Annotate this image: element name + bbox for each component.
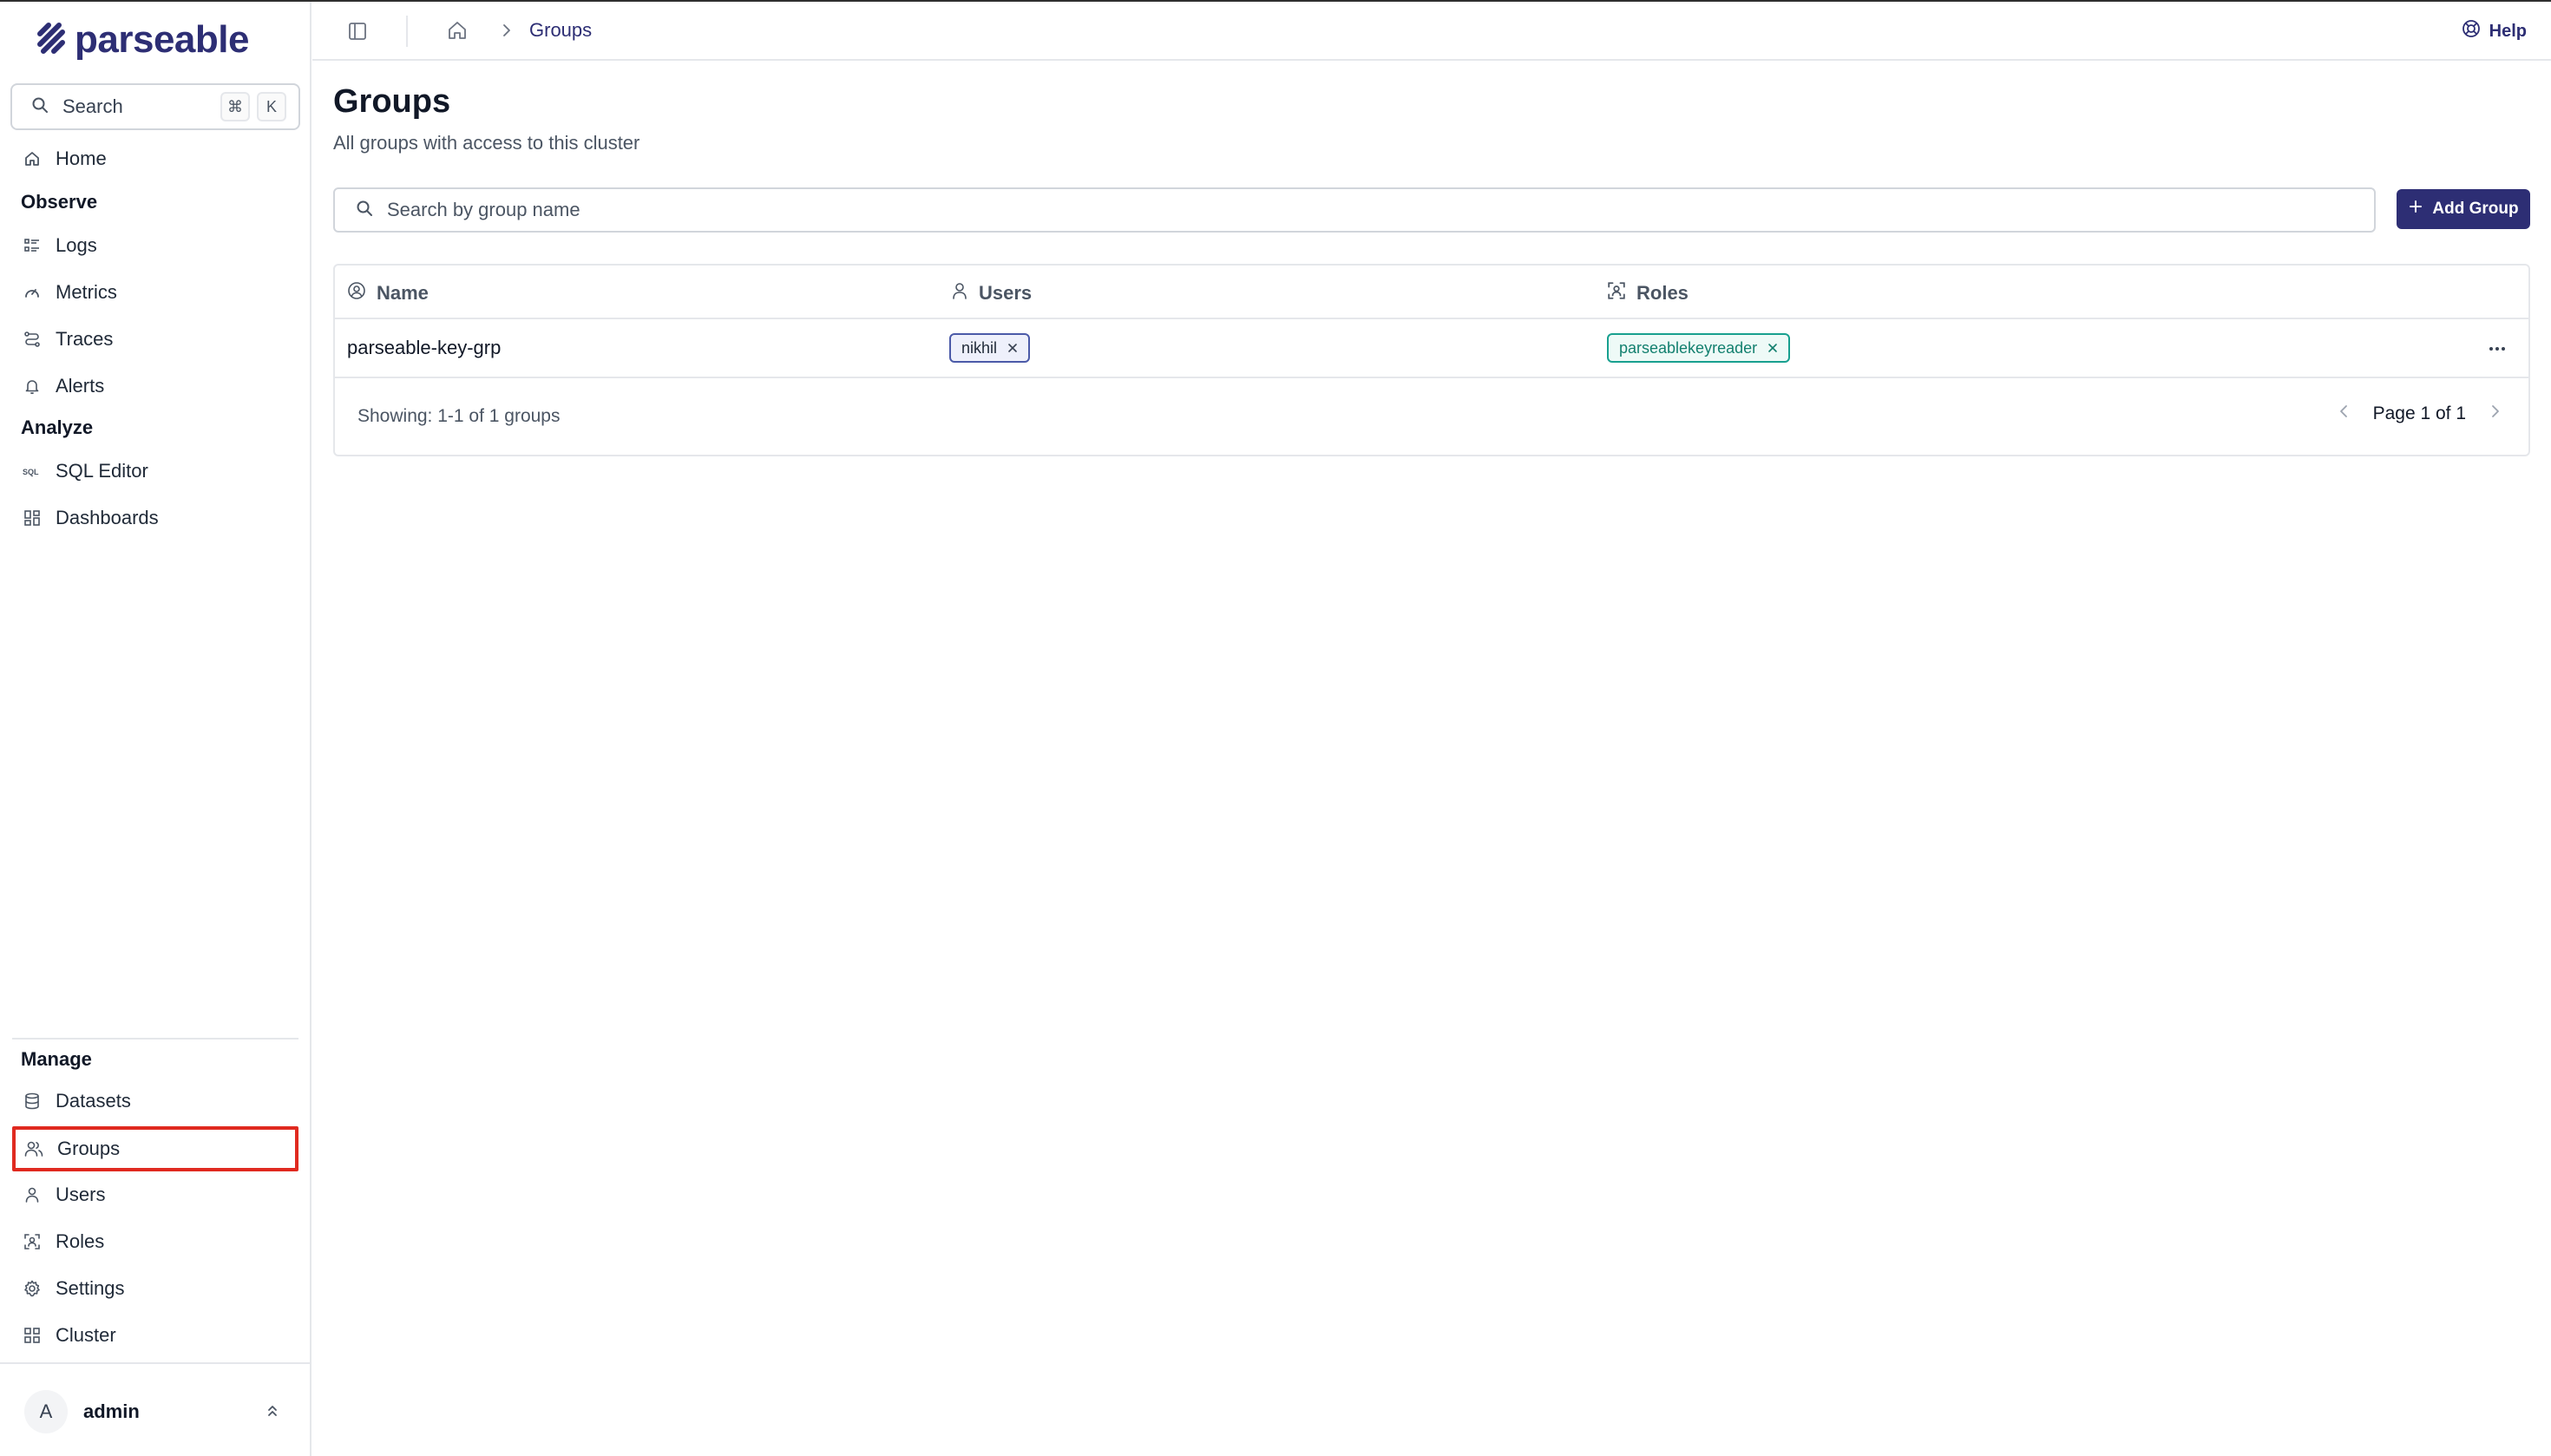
- user-name: admin: [83, 1400, 140, 1422]
- sidebar-item-metrics[interactable]: Metrics: [14, 272, 297, 312]
- remove-user-icon[interactable]: [1007, 339, 1018, 357]
- sidebar: parseable Search ⌘ K Home Observe Logs M…: [0, 2, 311, 1456]
- user-chip-label: nikhil: [961, 338, 998, 357]
- help-label: Help: [2489, 21, 2527, 41]
- more-actions-icon[interactable]: [2487, 338, 2508, 364]
- gear-icon: [23, 1279, 42, 1298]
- sidebar-item-label: Roles: [56, 1230, 105, 1252]
- cluster-icon: [23, 1326, 42, 1345]
- showing-count: Showing: 1-1 of 1 groups: [357, 406, 561, 426]
- logo-text: parseable: [75, 18, 249, 61]
- metrics-icon: [23, 283, 42, 302]
- sidebar-item-label: Settings: [56, 1277, 125, 1299]
- sidebar-item-label: Home: [56, 148, 107, 169]
- column-label: Roles: [1636, 282, 1689, 304]
- column-header-users[interactable]: Users: [951, 281, 1032, 305]
- column-label: Name: [377, 282, 429, 304]
- user-menu[interactable]: A admin: [0, 1362, 310, 1456]
- sidebar-item-label: Traces: [56, 328, 114, 350]
- roles-icon: [23, 1232, 42, 1251]
- sidebar-item-groups[interactable]: Groups: [12, 1126, 298, 1171]
- column-label: Users: [979, 282, 1033, 304]
- column-header-name[interactable]: Name: [347, 281, 429, 305]
- sidebar-item-roles[interactable]: Roles: [14, 1222, 297, 1262]
- sidebar-item-home[interactable]: Home: [14, 139, 297, 179]
- chevrons-up-icon[interactable]: [264, 1402, 281, 1424]
- user-icon: [951, 281, 968, 305]
- traces-icon: [23, 330, 42, 349]
- parseable-logo-icon: [35, 22, 68, 59]
- sidebar-item-logs[interactable]: Logs: [14, 226, 297, 266]
- sidebar-item-dashboards[interactable]: Dashboards: [14, 498, 297, 538]
- sidebar-divider: [12, 1038, 298, 1040]
- pagination: Page 1 of 1: [2337, 403, 2502, 424]
- sidebar-item-cluster[interactable]: Cluster: [14, 1315, 297, 1355]
- role-chip: parseablekeyreader: [1607, 333, 1791, 363]
- sidebar-item-sql-editor[interactable]: SQL SQL Editor: [14, 451, 297, 491]
- sql-icon: SQL: [23, 462, 42, 481]
- sidebar-item-label: Dashboards: [56, 507, 159, 528]
- help-icon: [2462, 19, 2481, 43]
- user-chip: nikhil: [949, 333, 1031, 363]
- sidebar-item-users[interactable]: Users: [14, 1175, 297, 1215]
- page-title: Groups: [333, 83, 451, 120]
- prev-page-icon[interactable]: [2337, 403, 2351, 424]
- section-title-manage: Manage: [21, 1048, 92, 1070]
- remove-role-icon[interactable]: [1767, 339, 1778, 357]
- sidebar-item-label: Groups: [57, 1138, 121, 1159]
- add-group-label: Add Group: [2432, 200, 2519, 218]
- sidebar-item-label: Datasets: [56, 1090, 131, 1112]
- topbar-divider: [406, 16, 408, 47]
- breadcrumb-home-icon[interactable]: [446, 19, 469, 46]
- logo[interactable]: parseable: [35, 18, 249, 61]
- database-icon: [23, 1092, 42, 1111]
- page-subtitle: All groups with access to this cluster: [333, 132, 640, 154]
- sidebar-item-traces[interactable]: Traces: [14, 319, 297, 359]
- dashboards-icon: [23, 508, 42, 528]
- bell-icon: [23, 377, 42, 396]
- user-icon: [23, 1185, 42, 1204]
- groups-table: Name Users Roles parseable-key-grp nikhi…: [333, 264, 2530, 456]
- sidebar-item-label: Cluster: [56, 1324, 116, 1346]
- next-page-icon[interactable]: [2489, 403, 2502, 424]
- logs-icon: [23, 236, 42, 255]
- search-icon: [31, 96, 49, 118]
- home-icon: [23, 149, 42, 168]
- sidebar-item-settings[interactable]: Settings: [14, 1269, 297, 1308]
- chevron-right-icon: [500, 23, 514, 43]
- shortcut-cmd-key: ⌘: [220, 92, 250, 121]
- toggle-sidebar-icon[interactable]: [347, 21, 368, 46]
- shortcut-k-key: K: [257, 92, 286, 121]
- help-button[interactable]: Help: [2462, 19, 2527, 43]
- search-icon: [356, 200, 373, 221]
- sidebar-item-label: Alerts: [56, 375, 105, 397]
- section-title-analyze: Analyze: [21, 416, 94, 438]
- sidebar-search[interactable]: Search ⌘ K: [10, 83, 300, 130]
- sidebar-item-label: Users: [56, 1184, 106, 1205]
- sidebar-item-label: Metrics: [56, 281, 117, 303]
- breadcrumb-current[interactable]: Groups: [529, 19, 592, 42]
- group-name[interactable]: parseable-key-grp: [347, 337, 501, 359]
- table-row[interactable]: parseable-key-grp nikhil parseablekeyrea…: [335, 319, 2528, 378]
- column-header-roles[interactable]: Roles: [1607, 281, 1689, 305]
- sidebar-item-datasets[interactable]: Datasets: [14, 1081, 297, 1121]
- avatar: A: [24, 1390, 68, 1433]
- page-indicator: Page 1 of 1: [2372, 403, 2466, 423]
- table-header: Name Users Roles: [335, 266, 2528, 319]
- sidebar-item-label: SQL Editor: [56, 460, 148, 482]
- section-title-observe: Observe: [21, 191, 98, 213]
- sidebar-search-label: Search: [62, 95, 123, 117]
- name-column-icon: [347, 281, 366, 305]
- top-bar: Groups Help: [312, 2, 2551, 61]
- groups-icon: [24, 1139, 43, 1158]
- role-chip-label: parseablekeyreader: [1619, 338, 1758, 357]
- group-search-input[interactable]: [387, 199, 2296, 221]
- svg-text:SQL: SQL: [23, 468, 39, 476]
- sidebar-item-alerts[interactable]: Alerts: [14, 366, 297, 406]
- group-search-box[interactable]: [333, 187, 2376, 233]
- sidebar-item-label: Logs: [56, 234, 97, 256]
- add-group-button[interactable]: Add Group: [2397, 189, 2530, 229]
- plus-icon: [2408, 199, 2423, 220]
- roles-icon: [1607, 281, 1626, 305]
